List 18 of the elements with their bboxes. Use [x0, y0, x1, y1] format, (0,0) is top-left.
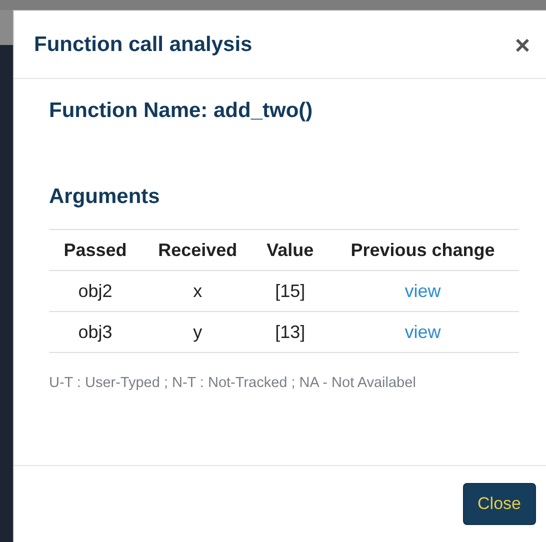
column-header: Value [254, 230, 327, 270]
close-button[interactable]: × [510, 32, 534, 58]
legend-text: U-T : User-Typed ; N-T : Not-Tracked ; NA - Not Availabel [49, 375, 417, 391]
table-cell: obj2 [49, 270, 142, 312]
table-cell: [15] [254, 270, 327, 312]
section-heading: Arguments [49, 185, 161, 209]
close-button[interactable]: Close [462, 483, 536, 525]
view-link[interactable]: view [404, 280, 441, 300]
table-cell: [13] [254, 312, 327, 352]
table-cell: x [142, 270, 254, 312]
table-cell: y [142, 312, 254, 352]
column-header: Previous change [326, 230, 519, 270]
table-cell: obj3 [49, 312, 142, 352]
dialog-title: Function call analysis [34, 32, 252, 56]
function-name: Function Name: add_two() [49, 99, 314, 123]
column-header: Passed [49, 230, 142, 270]
view-link[interactable]: view [404, 322, 441, 342]
column-header: Received [142, 230, 254, 270]
